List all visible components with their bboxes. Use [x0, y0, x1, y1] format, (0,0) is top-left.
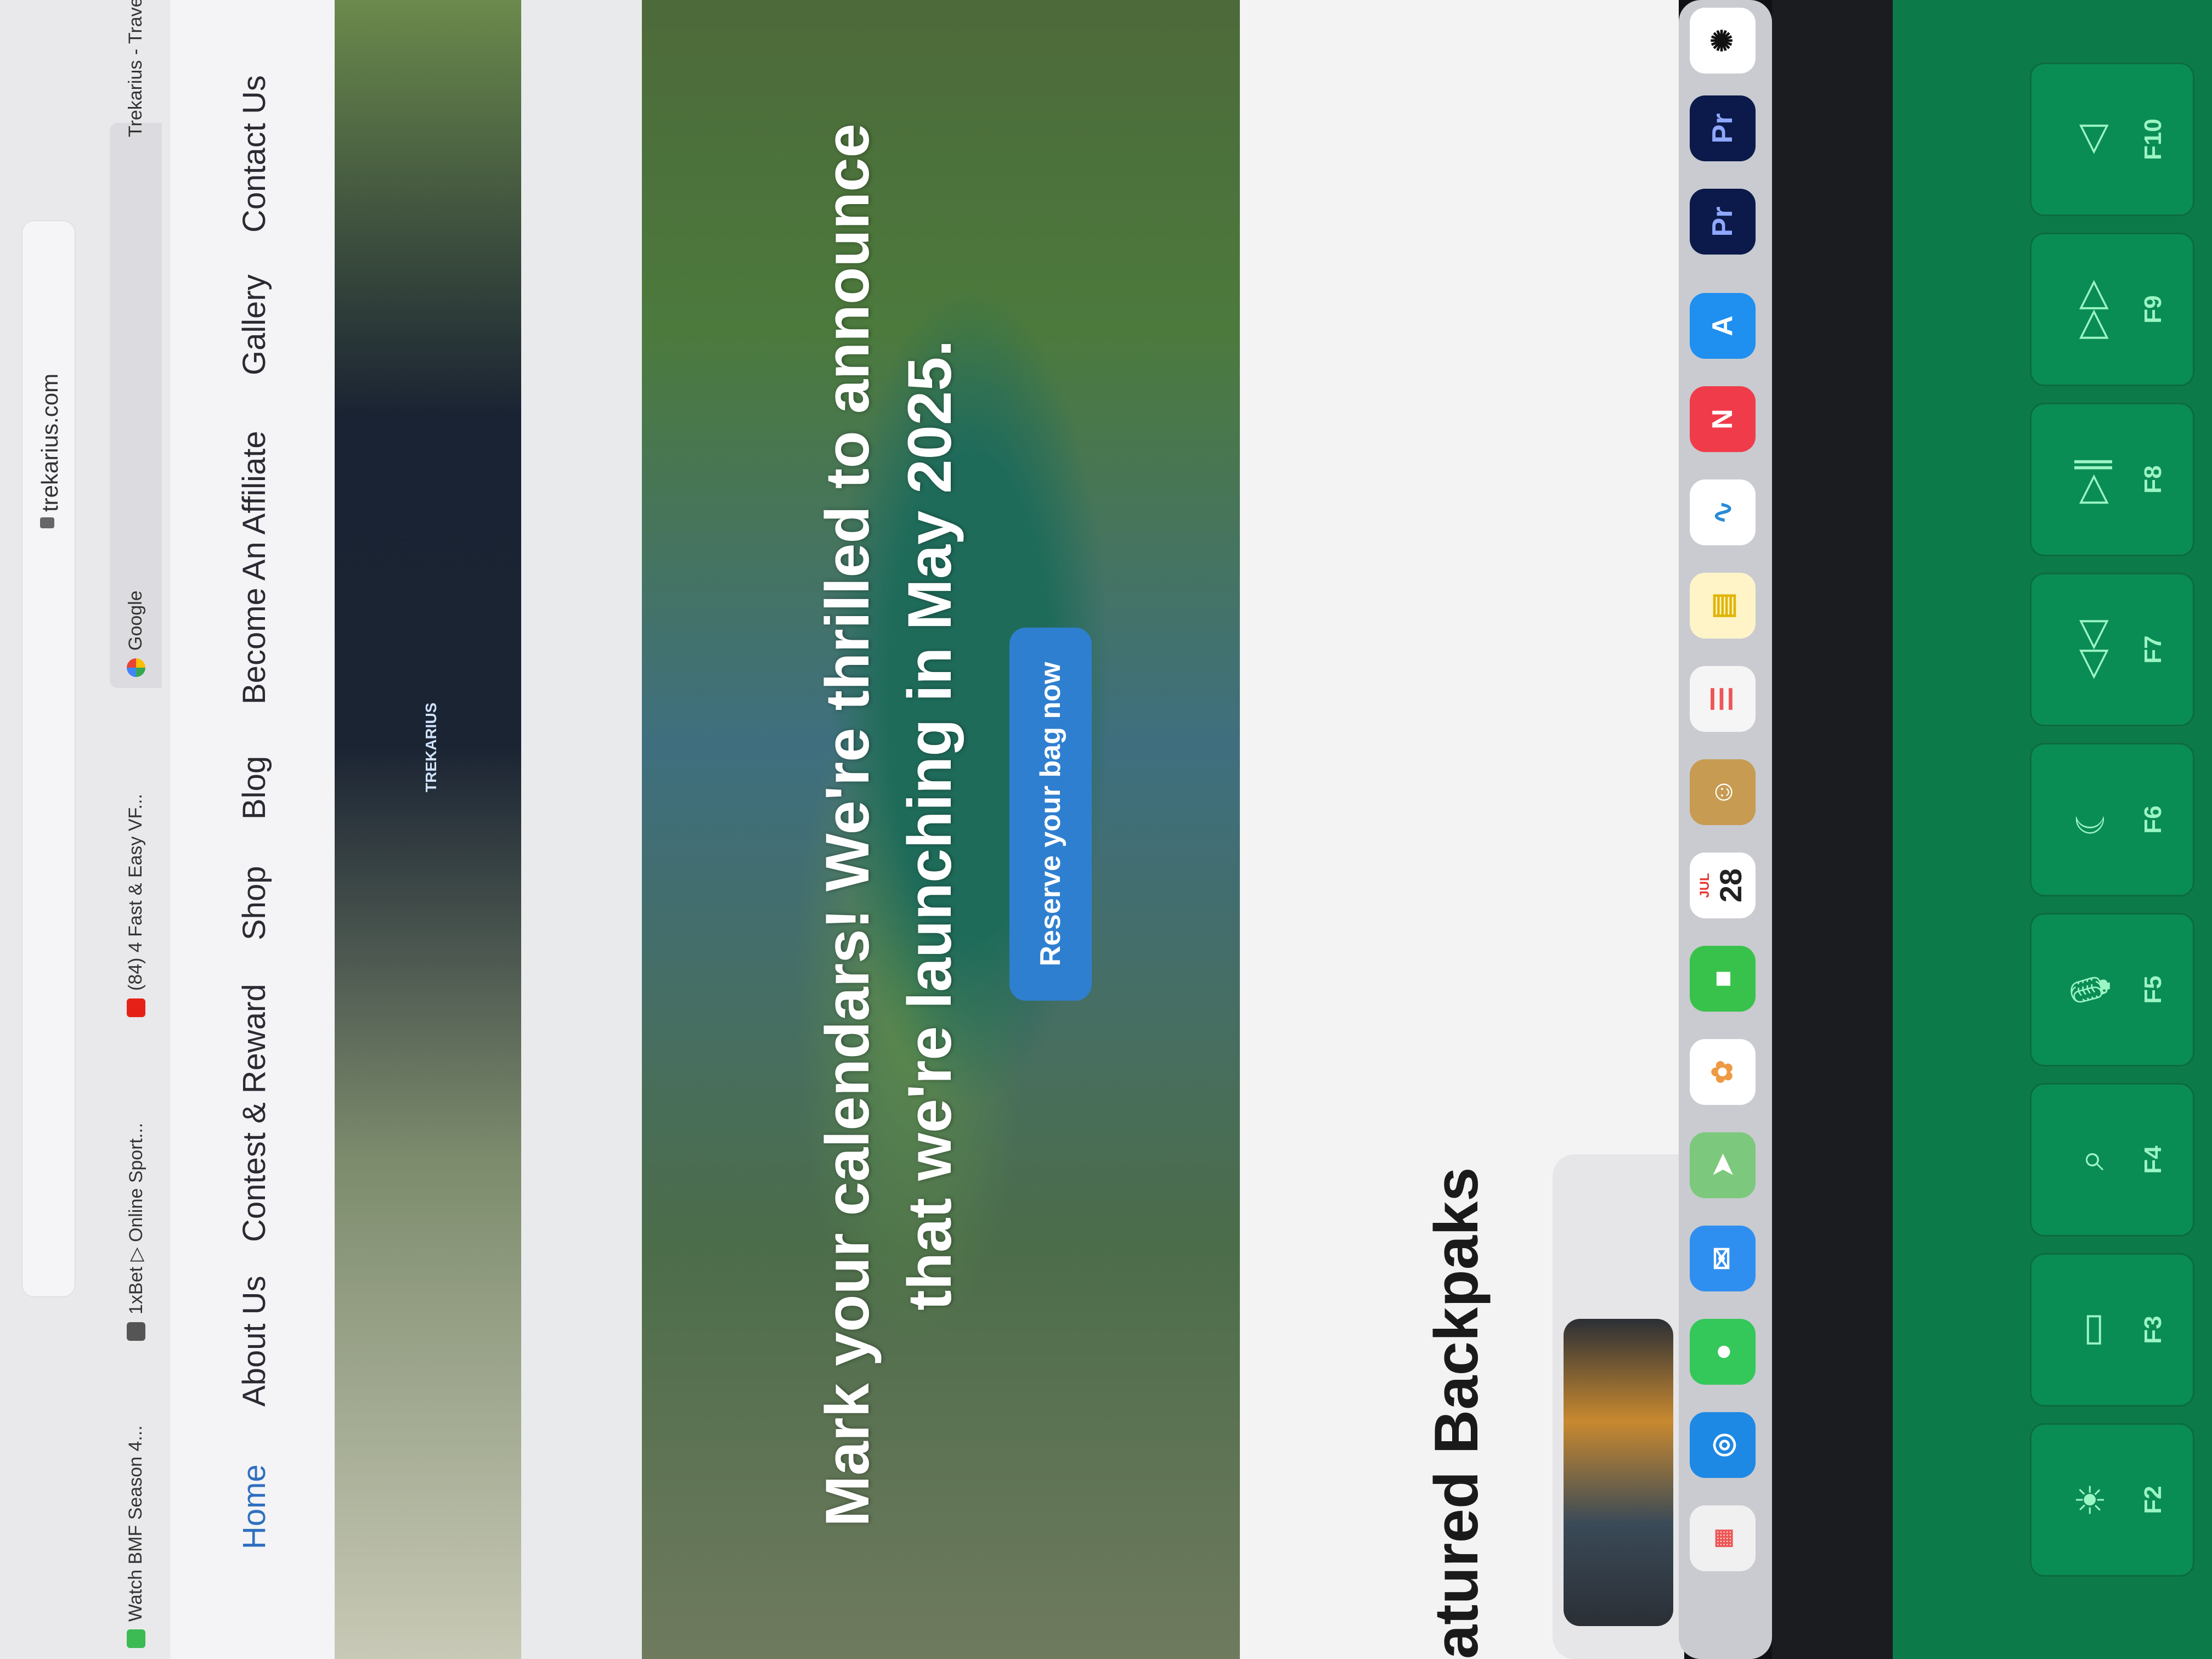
f10-key[interactable]: ◁ F10 [2030, 63, 2194, 216]
calendar-day: 28 [1713, 868, 1748, 903]
site-navigation: Home About Us Contest & Reward Shop Blog… [170, 0, 335, 1659]
launchpad-icon[interactable]: ▦ [1690, 1505, 1756, 1571]
brightness-icon: ☀ [2069, 1482, 2112, 1517]
mute-icon: ◁ [2069, 125, 2112, 154]
key-label: F2 [2140, 1486, 2166, 1514]
f7-key[interactable]: ◁◁ F7 [2030, 573, 2194, 726]
key-label: F7 [2140, 635, 2166, 664]
key-label: F6 [2140, 805, 2166, 834]
calendar-icon[interactable]: JUL 28 [1690, 853, 1756, 918]
1xbet-icon [126, 1322, 145, 1341]
messages-icon[interactable]: ● [1690, 1319, 1756, 1385]
f5-key[interactable]: 🎙 F5 [2030, 913, 2194, 1066]
safari-icon[interactable]: ◎ [1690, 1412, 1756, 1478]
address-bar[interactable]: trekarius.com 🔊 ↻ [22, 0, 75, 1297]
dock: ▦ ◎ ● ✉ ➤ ✿ ■ JUL 28 ☺ ☰ ▤ ∿ N A Pr Pr ✺ [1679, 0, 1772, 1659]
rotated-keyboard: ☀ F2 ▭ F3 ⌕ F4 🎙 F5 ☾ F6 ◁◁ F7 ▷∥ F8 ▷▷ [1893, 0, 2212, 1659]
tab-label: 1xBet ▷ Online Sport... [125, 1122, 146, 1314]
calendar-month: JUL [1697, 873, 1712, 898]
pack-brand-label: TREKARIUS [422, 702, 439, 792]
nav-become-affiliate[interactable]: Become An Affiliate [236, 431, 273, 704]
key-label: F4 [2140, 1146, 2166, 1174]
hero-title: Mark your calendars! We're thrilled to a… [813, 123, 964, 1527]
google-icon [126, 658, 145, 677]
screen-bezel [1772, 0, 1893, 1659]
side-photo: TREKARIUS [335, 0, 521, 1659]
tab-youtube[interactable]: (84) 4 Fast & Easy VF... [110, 677, 162, 1028]
search-icon: ⌕ [2069, 1149, 2112, 1171]
rotated-display: trekarius.com 🔊 ↻ Watch BMF Season 4... … [0, 0, 1893, 1659]
contacts-icon[interactable]: ☺ [1690, 759, 1756, 825]
youtube-icon [126, 998, 145, 1017]
featured-section: atured Backpaks [1240, 0, 1684, 1659]
f8-key[interactable]: ▷∥ F8 [2030, 403, 2194, 556]
speaker-icon[interactable]: 🔊 [36, 0, 61, 2]
tab-label: Trekarius - Travel G [125, 0, 146, 137]
premiere-pro-icon[interactable]: Pr [1690, 189, 1756, 255]
app-store-icon[interactable]: A [1690, 293, 1756, 359]
f3-key[interactable]: ▭ F3 [2030, 1253, 2194, 1407]
photos-icon[interactable]: ✿ [1690, 1039, 1756, 1105]
keyboard: ☀ F2 ▭ F3 ⌕ F4 🎙 F5 ☾ F6 ◁◁ F7 ▷∥ F8 ▷▷ [1893, 0, 2212, 1659]
product-card[interactable] [1553, 1154, 1684, 1659]
nav-blog[interactable]: Blog [236, 756, 273, 820]
nav-about-us[interactable]: About Us [236, 1276, 273, 1407]
moon-icon: ☾ [2069, 802, 2112, 837]
maps-icon[interactable]: ➤ [1690, 1132, 1756, 1198]
f9-key[interactable]: ▷▷ F9 [2030, 233, 2194, 386]
section-title: atured Backpaks [1422, 1167, 1491, 1659]
reserve-bag-button[interactable]: Reserve your bag now [1009, 628, 1092, 1001]
lock-icon [40, 517, 54, 528]
f4-key[interactable]: ⌕ F4 [2030, 1083, 2194, 1237]
play-icon [126, 1629, 145, 1648]
facetime-icon[interactable]: ■ [1690, 946, 1756, 1012]
key-label: F10 [2140, 119, 2166, 160]
f6-key[interactable]: ☾ F6 [2030, 743, 2194, 896]
fast-forward-icon: ▷▷ [2069, 280, 2112, 339]
mail-icon[interactable]: ✉ [1690, 1226, 1756, 1291]
backpack-image [1564, 1319, 1673, 1626]
key-label: F9 [2140, 295, 2166, 324]
browser-chrome: trekarius.com 🔊 ↻ Watch BMF Season 4... … [0, 0, 171, 1659]
mission-control-icon: ▭ [2069, 1311, 2112, 1348]
play-pause-icon: ▷∥ [2069, 455, 2112, 504]
microphone-icon: 🎙 [2069, 965, 2112, 1014]
freeform-icon[interactable]: ∿ [1690, 479, 1756, 545]
tab-bar: Watch BMF Season 4... 1xBet ▷ Online Spo… [104, 0, 170, 1659]
nav-gallery[interactable]: Gallery [236, 274, 273, 375]
f2-key[interactable]: ☀ F2 [2030, 1423, 2194, 1577]
premiere-pro-icon[interactable]: Pr [1690, 95, 1756, 161]
divider-band [521, 0, 642, 1659]
reminders-icon[interactable]: ☰ [1690, 666, 1756, 732]
tab-label: (84) 4 Fast & Easy VF... [125, 793, 146, 991]
nav-contest-reward[interactable]: Contest & Reward [236, 984, 273, 1242]
news-icon[interactable]: N [1690, 386, 1756, 452]
chatgpt-icon[interactable]: ✺ [1690, 8, 1756, 74]
key-label: F8 [2140, 465, 2166, 494]
notes-icon[interactable]: ▤ [1690, 573, 1756, 639]
nav-contact-us[interactable]: Contact Us [236, 75, 273, 233]
laptop-screen: trekarius.com 🔊 ↻ Watch BMF Season 4... … [0, 0, 1893, 1659]
tab-1xbet[interactable]: 1xBet ▷ Online Sport... [110, 1017, 162, 1352]
nav-home[interactable]: Home [236, 1464, 273, 1549]
tab-bmf[interactable]: Watch BMF Season 4... [110, 1341, 162, 1659]
tab-label: Watch BMF Season 4... [125, 1425, 146, 1622]
key-label: F3 [2140, 1316, 2166, 1344]
rewind-icon: ◁◁ [2069, 620, 2112, 679]
key-label: F5 [2140, 975, 2166, 1004]
tab-trekarius[interactable]: Trekarius - Travel G [110, 0, 162, 156]
hero-banner: Mark your calendars! We're thrilled to a… [642, 0, 1240, 1659]
nav-shop[interactable]: Shop [236, 866, 273, 940]
url-text[interactable]: trekarius.com [37, 374, 63, 512]
tab-label: Google [125, 590, 146, 651]
tab-google[interactable]: Google [110, 123, 162, 688]
